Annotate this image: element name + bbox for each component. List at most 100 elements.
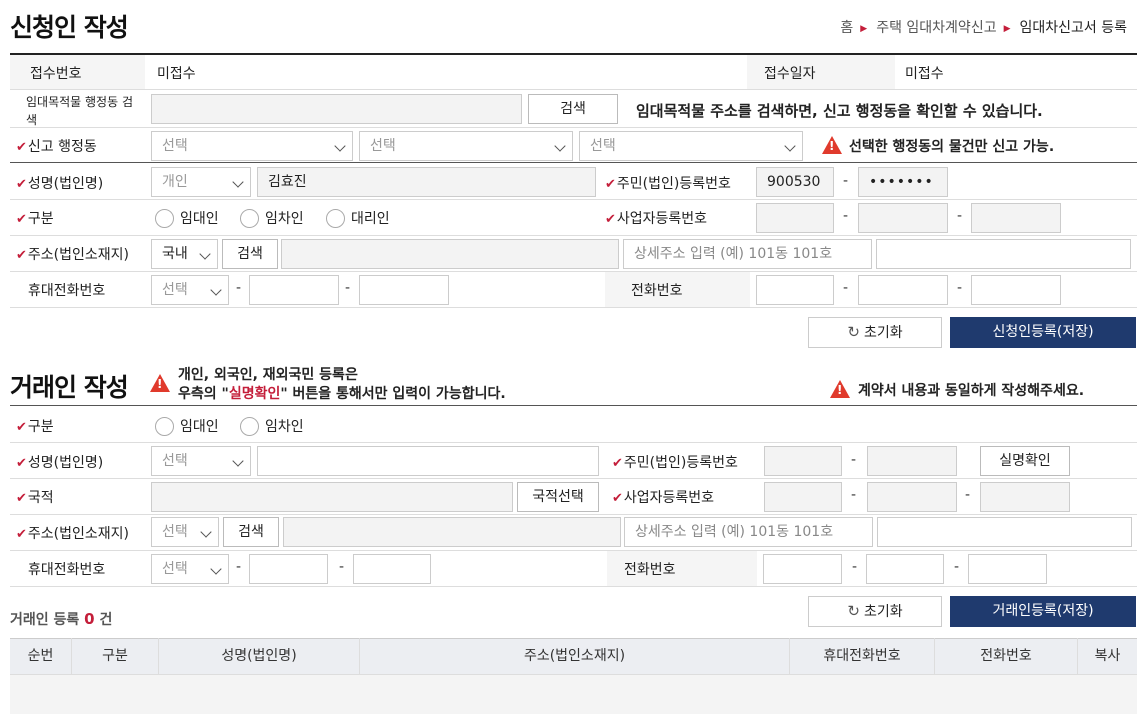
cp-resident-no-back[interactable] [867, 446, 957, 476]
dash: - [843, 208, 849, 224]
cp-address-input[interactable] [283, 517, 621, 547]
radio-circle-icon[interactable] [240, 416, 259, 436]
table-header-cell: 구분 [72, 638, 159, 674]
cp-reset-button[interactable]: ↻ 초기화 [808, 596, 942, 627]
radio-circle-icon[interactable] [326, 208, 345, 228]
address-search-button[interactable]: 검색 [222, 239, 278, 269]
person-type-select[interactable]: 개인 [151, 167, 251, 197]
cp-business-no-1[interactable] [764, 482, 842, 512]
chevron-down-icon [199, 248, 211, 260]
business-no-1[interactable] [756, 203, 834, 233]
mobile-label: 휴대전화번호 [28, 283, 106, 299]
cp-business-no-label: ✔사업자등록번호 [612, 490, 715, 506]
nationality-select-button[interactable]: 국적선택 [517, 482, 599, 512]
check-icon: ✔ [16, 456, 27, 471]
business-no-3[interactable] [971, 203, 1061, 233]
breadcrumb-home[interactable]: 홈 [840, 20, 853, 36]
cp-radio-lessor[interactable]: 임대인 [155, 416, 219, 437]
applicant-register-button[interactable]: 신청인등록(저장) [950, 317, 1136, 348]
cp-name-input[interactable] [257, 446, 599, 476]
radio-circle-icon[interactable] [155, 416, 174, 436]
mobile-mid-input[interactable] [249, 275, 339, 305]
cp-business-no-3[interactable] [980, 482, 1070, 512]
resident-no-label: ✔주민(법인)등록번호 [605, 176, 731, 192]
breadcrumb: 홈 ▶ 주택 임대차계약신고 ▶ 임대차신고서 등록 [840, 17, 1127, 37]
phone-3-input[interactable] [971, 275, 1061, 305]
applicant-reset-button[interactable]: ↻ 초기화 [808, 317, 942, 348]
dash: - [965, 487, 971, 503]
radio-circle-icon[interactable] [240, 208, 259, 228]
breadcrumb-section[interactable]: 주택 임대차계약신고 [876, 20, 996, 36]
address-label: ✔주소(법인소재지) [16, 247, 129, 263]
resident-no-front[interactable]: 900530 [756, 167, 834, 197]
name-input[interactable]: 김효진 [257, 167, 596, 197]
property-search-button[interactable]: 검색 [528, 94, 618, 124]
cp-phone-1-input[interactable] [763, 554, 842, 584]
cp-mobile-prefix-select[interactable]: 선택 [151, 554, 229, 584]
cp-detail-address-input[interactable]: 상세주소 입력 (예) 101동 101호 [624, 517, 873, 547]
business-no-2[interactable] [858, 203, 948, 233]
cp-radio-lessee[interactable]: 임차인 [240, 416, 304, 437]
dash: - [345, 280, 351, 296]
address-input[interactable] [281, 239, 619, 269]
receipt-no-label: 접수번호 [30, 66, 82, 82]
row-divider [10, 271, 1137, 272]
cp-nationality-label: ✔국적 [16, 490, 54, 506]
property-search-input[interactable] [151, 94, 522, 124]
table-header-cell: 주소(법인소재지) [360, 638, 790, 674]
phone-label: 전화번호 [631, 283, 683, 299]
cp-name-label: ✔성명(법인명) [16, 455, 104, 471]
verify-name-button[interactable]: 실명확인 [980, 446, 1070, 476]
dong-select-1[interactable]: 선택 [151, 131, 353, 161]
address-region-select[interactable]: 국내 [151, 239, 218, 269]
cp-nationality-input[interactable] [151, 482, 513, 512]
receipt-date-value: 미접수 [905, 66, 944, 82]
chevron-down-icon [210, 284, 222, 296]
radio-agent[interactable]: 대리인 [326, 208, 390, 229]
cp-resident-no-front[interactable] [764, 446, 842, 476]
phone-1-input[interactable] [756, 275, 834, 305]
cp-mobile-mid-input[interactable] [249, 554, 328, 584]
row-divider [10, 514, 1137, 515]
row-divider [10, 89, 1137, 90]
radio-lessor[interactable]: 임대인 [155, 208, 219, 229]
property-notice: 임대목적물 주소를 검색하면, 신고 행정동을 확인할 수 있습니다. [636, 102, 1043, 120]
cp-mobile-last-input[interactable] [353, 554, 431, 584]
cp-register-button[interactable]: 거래인등록(저장) [950, 596, 1136, 627]
cp-resident-no-label: ✔주민(법인)등록번호 [612, 455, 738, 471]
address-extra-input[interactable] [876, 239, 1131, 269]
radio-lessee[interactable]: 임차인 [240, 208, 304, 229]
radio-circle-icon[interactable] [155, 208, 174, 228]
row-divider [10, 586, 1137, 587]
cp-address-search-button[interactable]: 검색 [223, 517, 279, 547]
cp-person-type-select[interactable]: 선택 [151, 446, 251, 476]
row-divider [10, 442, 1137, 443]
dong-select-3[interactable]: 선택 [579, 131, 803, 161]
count-value: 0 [84, 610, 95, 628]
check-icon: ✔ [16, 491, 27, 506]
dong-select-2[interactable]: 선택 [359, 131, 573, 161]
cp-category-label: ✔구분 [16, 419, 54, 435]
cp-address-region-select[interactable]: 선택 [151, 517, 219, 547]
cp-phone-2-input[interactable] [866, 554, 944, 584]
receipt-date-label: 접수일자 [764, 66, 816, 82]
row-divider [10, 550, 1137, 551]
cp-address-extra-input[interactable] [877, 517, 1132, 547]
resident-no-back[interactable]: ••••••• [858, 167, 948, 197]
name-label: ✔성명(법인명) [16, 176, 104, 192]
mobile-last-input[interactable] [359, 275, 449, 305]
detail-address-input[interactable]: 상세주소 입력 (예) 101동 101호 [623, 239, 872, 269]
check-icon: ✔ [16, 212, 27, 227]
phone-2-input[interactable] [858, 275, 948, 305]
cp-business-no-2[interactable] [867, 482, 957, 512]
dash: - [852, 559, 858, 575]
cp-phone-label: 전화번호 [624, 562, 676, 578]
cp-phone-3-input[interactable] [968, 554, 1047, 584]
dash: - [957, 280, 963, 296]
row-divider [10, 478, 1137, 479]
mobile-prefix-select[interactable]: 선택 [151, 275, 229, 305]
table-header-cell: 휴대전화번호 [790, 638, 935, 674]
cp-address-label: ✔주소(법인소재지) [16, 526, 129, 542]
page-title: 신청인 작성 [10, 13, 129, 42]
category-label: ✔구분 [16, 211, 54, 227]
